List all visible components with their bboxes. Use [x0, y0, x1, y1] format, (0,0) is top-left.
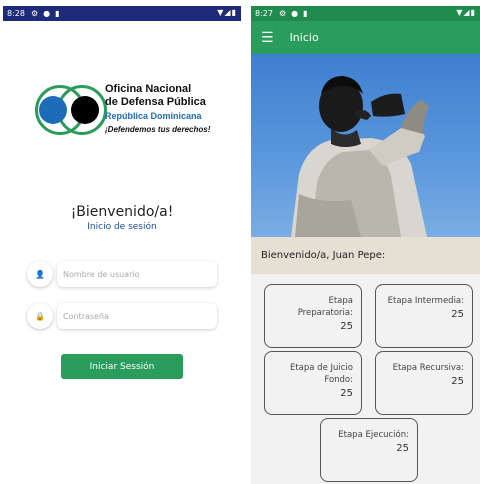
- password-input[interactable]: [57, 303, 217, 329]
- login-subtitle: Inicio de sesión: [87, 222, 157, 232]
- settings-icon: ⚙: [30, 9, 39, 18]
- stage-card-value: 25: [340, 388, 353, 399]
- stage-card-label: Etapa Preparatoria:: [297, 296, 353, 318]
- stage-card-ejecucion[interactable]: Etapa Ejecución: 25: [320, 418, 418, 482]
- stage-card-value: 25: [451, 309, 464, 320]
- status-bar: 8:28 ⚙ ● ▮ ▼◢▮: [3, 6, 241, 21]
- stage-card-label: Etapa Ejecución:: [338, 430, 409, 440]
- home-screen: 8:27 ⚙ ● ▮ ▼◢▮ ☰ Inicio Bienvenido/a, Ju…: [251, 6, 480, 484]
- logo-line-3: República Dominicana: [105, 111, 202, 121]
- sd-card-icon: ▮: [55, 9, 60, 18]
- shield-icon: ●: [291, 9, 299, 18]
- login-screen: 8:28 ⚙ ● ▮ ▼◢▮ Oficina Nacional de Defen…: [3, 6, 241, 484]
- app-bar: ☰ Inicio: [251, 21, 480, 54]
- wifi-signal-battery-icons: ▼◢▮: [217, 8, 237, 17]
- settings-icon: ⚙: [278, 9, 287, 18]
- shield-icon: ●: [43, 9, 51, 18]
- status-bar: 8:27 ⚙ ● ▮ ▼◢▮: [251, 6, 480, 21]
- stage-card-value: 25: [340, 321, 353, 332]
- stage-card-value: 25: [396, 443, 409, 454]
- username-input[interactable]: [57, 261, 217, 287]
- app-title: Inicio: [289, 31, 319, 44]
- statue-illustration: [291, 76, 429, 237]
- stage-card-label: Etapa Intermedia:: [387, 296, 464, 306]
- logo-dot-blue: [39, 96, 67, 124]
- login-button[interactable]: Iniciar Sessión: [61, 354, 183, 379]
- username-field: 👤: [27, 261, 217, 287]
- logo-tagline: ¡Defendemos tus derechos!: [105, 125, 211, 134]
- stage-card-preparatoria[interactable]: Etapa Preparatoria: 25: [264, 284, 362, 348]
- hero-statue-image: [251, 54, 480, 237]
- status-time: 8:27: [255, 9, 273, 18]
- stage-card-value: 25: [451, 376, 464, 387]
- password-field: 🔒: [27, 303, 217, 329]
- logo-line-2: de Defensa Pública: [105, 96, 206, 108]
- logo-dot-black: [71, 96, 99, 124]
- lock-icon: 🔒: [27, 303, 53, 329]
- welcome-heading: ¡Bienvenido/a!: [70, 204, 174, 220]
- stage-card-label: Etapa de Juicio Fondo:: [289, 363, 353, 385]
- ondp-logo: Oficina Nacional de Defensa Pública Repú…: [35, 81, 235, 141]
- stage-card-label: Etapa Recursiva:: [392, 363, 464, 373]
- stage-card-recursiva[interactable]: Etapa Recursiva: 25: [375, 351, 473, 415]
- status-time: 8:28: [7, 9, 25, 18]
- sd-card-icon: ▮: [303, 9, 308, 18]
- user-icon: 👤: [27, 261, 53, 287]
- stage-card-intermedia[interactable]: Etapa Intermedia: 25: [375, 284, 473, 348]
- greeting-banner: Bienvenido/a, Juan Pepe:: [251, 237, 480, 274]
- stage-card-juicio-fondo[interactable]: Etapa de Juicio Fondo: 25: [264, 351, 362, 415]
- menu-icon[interactable]: ☰: [261, 31, 274, 45]
- wifi-signal-battery-icons: ▼◢▮: [456, 8, 476, 17]
- stage-cards: Etapa Preparatoria: 25 Etapa Intermedia:…: [251, 274, 480, 484]
- logo-line-1: Oficina Nacional: [105, 83, 192, 95]
